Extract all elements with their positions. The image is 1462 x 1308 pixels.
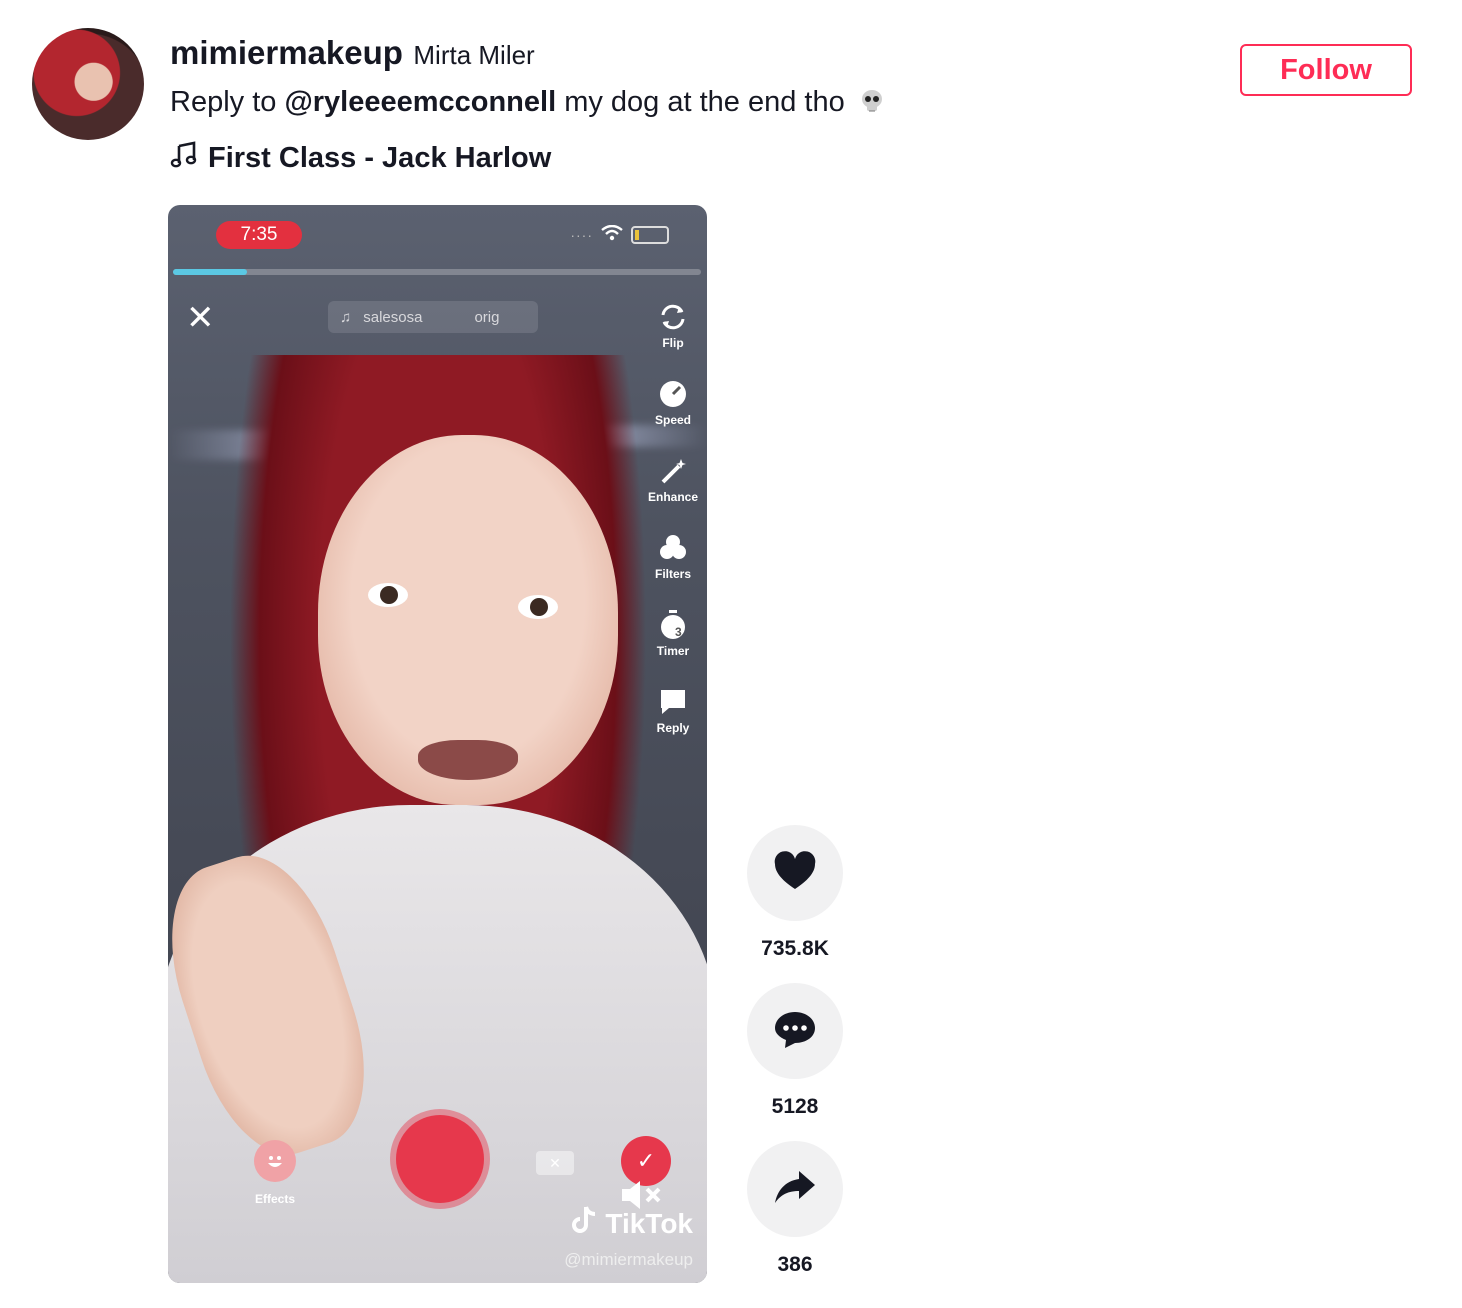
video-player[interactable]: 7:35 ···· ✕ ♫ salesosa orig Flip Speed E… bbox=[168, 205, 707, 1283]
caption-text: my dog at the end tho bbox=[556, 86, 845, 118]
tiktok-handle: @mimiermakeup bbox=[564, 1250, 693, 1269]
video-caption: Reply to @ryleeeemcconnell my dog at the… bbox=[170, 86, 885, 119]
tiktok-brand: TikTok bbox=[605, 1207, 693, 1239]
author-nickname[interactable]: Mirta Miler bbox=[413, 40, 534, 70]
battery-icon bbox=[631, 225, 669, 244]
recording-progress bbox=[173, 269, 701, 275]
close-icon[interactable]: ✕ bbox=[186, 301, 215, 335]
comment-button[interactable] bbox=[747, 983, 843, 1079]
skull-icon bbox=[859, 88, 885, 114]
tool-flip[interactable]: Flip bbox=[637, 300, 707, 350]
svg-text:3: 3 bbox=[675, 625, 682, 639]
tool-label: Enhance bbox=[647, 490, 698, 504]
music-note-icon bbox=[170, 140, 198, 176]
flip-icon bbox=[637, 300, 707, 334]
tool-reply[interactable]: Reply bbox=[637, 685, 707, 735]
tool-enhance[interactable]: Enhance bbox=[637, 454, 707, 504]
comment-icon bbox=[773, 1009, 817, 1054]
tiktok-watermark: TikTok @mimiermakeup bbox=[564, 1205, 693, 1270]
person-mouth bbox=[418, 740, 518, 780]
author-avatar[interactable] bbox=[32, 28, 144, 140]
filters-icon bbox=[637, 531, 707, 565]
like-button[interactable] bbox=[747, 825, 843, 921]
author-info: mimiermakeup Mirta Miler bbox=[170, 34, 535, 72]
tool-label: Timer bbox=[656, 644, 690, 658]
status-icons: ···· bbox=[570, 224, 669, 244]
delete-clip-icon[interactable]: ✕ bbox=[536, 1151, 574, 1175]
enhance-icon bbox=[637, 454, 707, 488]
record-button[interactable] bbox=[396, 1115, 484, 1203]
tool-label: Reply bbox=[656, 721, 690, 735]
comment-action: 5128 bbox=[747, 983, 843, 1119]
effects-label: Effects bbox=[254, 1192, 295, 1206]
speed-icon bbox=[637, 377, 707, 411]
caption-mention[interactable]: @ryleeeemcconnell bbox=[284, 86, 556, 118]
music-note-small-icon: ♫ bbox=[340, 308, 352, 326]
status-time: 7:35 bbox=[216, 221, 302, 249]
share-count: 386 bbox=[777, 1253, 813, 1276]
tool-timer[interactable]: 3 Timer bbox=[637, 608, 707, 658]
author-username[interactable]: mimiermakeup bbox=[170, 34, 403, 71]
tool-label: Filters bbox=[654, 567, 691, 581]
reply-icon bbox=[637, 685, 707, 719]
recording-progress-fill bbox=[173, 269, 247, 275]
like-action: 735.8K bbox=[747, 825, 843, 961]
tool-label: Flip bbox=[662, 336, 684, 350]
signal-icon: ···· bbox=[570, 226, 593, 243]
effects-smile-icon bbox=[254, 1140, 296, 1182]
follow-button[interactable]: Follow bbox=[1240, 44, 1412, 96]
share-button[interactable] bbox=[747, 1141, 843, 1237]
effects-button[interactable]: Effects bbox=[250, 1140, 300, 1206]
tool-speed[interactable]: Speed bbox=[637, 377, 707, 427]
music-title: First Class - Jack Harlow bbox=[208, 141, 552, 174]
sound-chip-label: salesosa bbox=[363, 308, 423, 326]
person-eye-right bbox=[518, 595, 558, 619]
caption-prefix: Reply to bbox=[170, 86, 285, 118]
share-action: 386 bbox=[747, 1141, 843, 1277]
tool-filters[interactable]: Filters bbox=[637, 531, 707, 581]
sound-chip[interactable]: ♫ salesosa orig bbox=[328, 301, 538, 333]
wifi-icon bbox=[601, 224, 623, 244]
share-arrow-icon bbox=[773, 1167, 817, 1212]
comment-count: 5128 bbox=[771, 1095, 819, 1118]
music-link[interactable]: First Class - Jack Harlow bbox=[170, 140, 551, 176]
heart-icon bbox=[773, 850, 817, 896]
tiktok-logo-icon bbox=[571, 1205, 599, 1242]
tool-label: Speed bbox=[654, 413, 691, 427]
sound-chip-label2: orig bbox=[474, 308, 500, 326]
person-eye-left bbox=[368, 583, 408, 607]
timer-icon: 3 bbox=[637, 608, 707, 642]
like-count: 735.8K bbox=[761, 937, 829, 960]
